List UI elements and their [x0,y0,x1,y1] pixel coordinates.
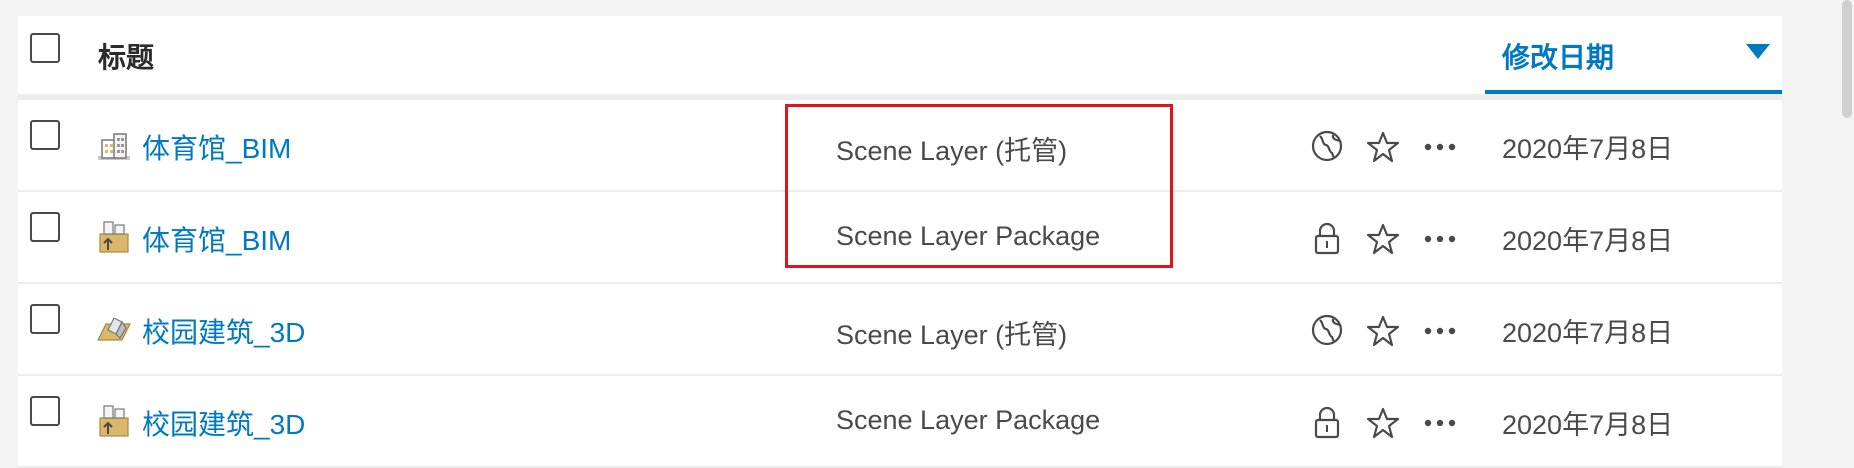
column-header-title[interactable]: 标题 [98,36,154,76]
star-icon[interactable] [1366,314,1400,348]
more-options-icon[interactable] [1422,222,1458,256]
row-checkbox[interactable] [30,212,60,242]
select-all-checkbox[interactable] [30,33,60,63]
globe-icon[interactable] [1310,312,1344,348]
table-row: 校园建筑_3D Scene Layer Package 2020年7月8日 [18,376,1782,468]
star-icon[interactable] [1366,130,1400,164]
item-modified-date: 2020年7月8日 [1502,134,1674,164]
item-title-link[interactable]: 校园建筑_3D [142,311,305,351]
sort-descending-icon[interactable] [1746,44,1770,59]
item-type: Scene Layer (托管) [836,320,1068,350]
scene-layer-building-icon [98,133,130,160]
row-checkbox[interactable] [30,304,60,334]
item-type: Scene Layer Package [836,405,1101,435]
lock-icon[interactable] [1310,220,1344,256]
star-icon[interactable] [1366,406,1400,440]
item-title-link[interactable]: 体育馆_BIM [142,127,291,167]
highlight-annotation-box [785,104,1173,268]
row-checkbox[interactable] [30,396,60,426]
more-options-icon[interactable] [1422,314,1458,348]
scrollbar-thumb[interactable] [1842,0,1852,118]
row-checkbox[interactable] [30,120,60,150]
item-modified-date: 2020年7月8日 [1502,318,1674,348]
more-options-icon[interactable] [1422,130,1458,164]
table-row: 校园建筑_3D Scene Layer (托管) 2020年7月8日 [18,284,1782,376]
item-modified-date: 2020年7月8日 [1502,410,1674,440]
more-options-icon[interactable] [1422,406,1458,440]
scene-layer-mesh-icon [97,317,131,341]
column-header-modified-date[interactable]: 修改日期 [1485,16,1782,94]
lock-icon[interactable] [1310,404,1344,440]
globe-icon[interactable] [1310,128,1344,164]
star-icon[interactable] [1366,222,1400,256]
modified-date-label: 修改日期 [1502,42,1615,73]
table-header: 标题 修改日期 [18,16,1782,100]
item-title-link[interactable]: 校园建筑_3D [142,403,305,443]
item-title-link[interactable]: 体育馆_BIM [142,219,291,259]
item-modified-date: 2020年7月8日 [1502,226,1674,256]
scene-layer-package-icon [99,221,129,253]
scene-layer-package-icon [99,405,129,437]
